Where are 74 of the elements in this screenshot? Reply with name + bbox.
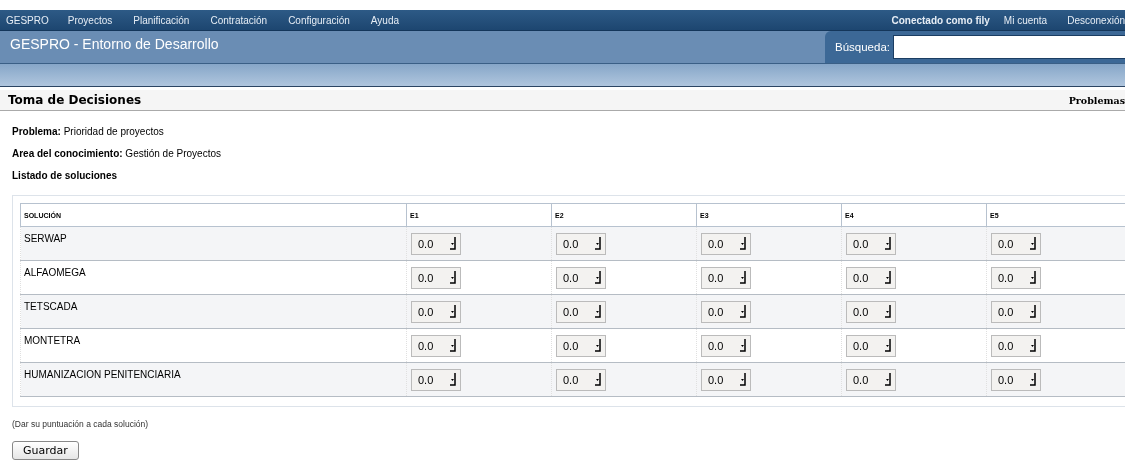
solution-cell: ALFAOMEGA	[20, 260, 407, 295]
score-select[interactable]: 0.0	[846, 266, 896, 289]
score-select[interactable]: 0.0	[846, 334, 896, 357]
score-select[interactable]: 0.0	[411, 334, 461, 357]
score-select[interactable]: 0.0	[846, 300, 896, 323]
score-select[interactable]: 0.0	[701, 300, 751, 323]
score-select[interactable]: 0.0	[701, 368, 751, 391]
score-select[interactable]: 0.0	[556, 300, 606, 323]
dropdown-caret-icon	[884, 305, 891, 318]
score-select[interactable]: 0.0	[556, 368, 606, 391]
dropdown-caret-icon	[884, 339, 891, 352]
solution-cell: HUMANIZACION PENITENCIARIA	[20, 362, 407, 397]
score-select[interactable]: 0.0	[556, 266, 606, 289]
problems-link[interactable]: Problemas	[1068, 94, 1125, 106]
save-button[interactable]: Guardar	[12, 441, 79, 460]
dropdown-caret-icon	[739, 237, 746, 250]
info-line: Problema: Prioridad de proyectos	[12, 126, 165, 139]
nav-menu-item[interactable]: Ayuda	[370, 14, 400, 26]
score-select[interactable]: 0.0	[991, 334, 1041, 357]
score-select[interactable]: 0.0	[991, 368, 1041, 391]
dropdown-caret-icon	[739, 271, 746, 284]
dropdown-caret-icon	[594, 339, 601, 352]
nav-menu-item[interactable]: Planificación	[133, 14, 190, 26]
dropdown-caret-icon	[1029, 339, 1036, 352]
dropdown-caret-icon	[1029, 237, 1036, 250]
dropdown-caret-icon	[739, 305, 746, 318]
dropdown-caret-icon	[739, 339, 746, 352]
nav-menu-item[interactable]: Proyectos	[67, 14, 113, 26]
score-select[interactable]: 0.0	[991, 300, 1041, 323]
site-title: GESPRO - Entorno de Desarrollo	[9, 35, 220, 54]
dropdown-caret-icon	[1029, 271, 1036, 284]
score-select[interactable]: 0.0	[991, 266, 1041, 289]
search-field[interactable]	[893, 35, 1125, 59]
dropdown-caret-icon	[449, 339, 456, 352]
dropdown-caret-icon	[449, 305, 456, 318]
hint-text: (Dar su puntuación a cada solución)	[12, 419, 150, 429]
nav-brand[interactable]: GESPRO	[6, 14, 49, 26]
dropdown-caret-icon	[594, 373, 601, 386]
dropdown-caret-icon	[449, 237, 456, 250]
score-select[interactable]: 0.0	[846, 368, 896, 391]
score-select[interactable]: 0.0	[701, 232, 751, 255]
score-select[interactable]: 0.0	[556, 334, 606, 357]
page-title: Toma de Decisiones	[8, 93, 142, 107]
score-select[interactable]: 0.0	[411, 232, 461, 255]
dropdown-caret-icon	[594, 237, 601, 250]
dropdown-caret-icon	[1029, 305, 1036, 318]
score-select[interactable]: 0.0	[556, 232, 606, 255]
dropdown-caret-icon	[594, 305, 601, 318]
dropdown-caret-icon	[884, 373, 891, 386]
dropdown-caret-icon	[884, 237, 891, 250]
score-select[interactable]: 0.0	[411, 368, 461, 391]
search-label: Búsqueda:	[835, 41, 890, 53]
nav-menu-item[interactable]: Contratación	[210, 14, 268, 26]
solution-cell: SERWAP	[20, 226, 407, 261]
dropdown-caret-icon	[884, 271, 891, 284]
dropdown-caret-icon	[449, 271, 456, 284]
score-select[interactable]: 0.0	[846, 232, 896, 255]
score-select[interactable]: 0.0	[701, 334, 751, 357]
nav-menu-item[interactable]: Configuración	[288, 14, 350, 26]
dropdown-caret-icon	[449, 373, 456, 386]
dropdown-caret-icon	[739, 373, 746, 386]
section-heading: Listado de soluciones	[12, 170, 119, 183]
solution-cell: TETSCADA	[20, 294, 407, 329]
score-select[interactable]: 0.0	[411, 266, 461, 289]
solution-cell: MONTETRA	[20, 328, 407, 363]
info-line: Area del conocimiento: Gestión de Proyectos	[12, 148, 222, 161]
score-select[interactable]: 0.0	[701, 266, 751, 289]
dropdown-caret-icon	[594, 271, 601, 284]
score-select[interactable]: 0.0	[411, 300, 461, 323]
logged-in-user-label: Conectado como fily	[891, 14, 990, 26]
dropdown-caret-icon	[1029, 373, 1036, 386]
nav-link[interactable]: Desconexión	[1067, 14, 1125, 26]
nav-link[interactable]: Mi cuenta	[1003, 14, 1048, 26]
score-select[interactable]: 0.0	[991, 232, 1041, 255]
